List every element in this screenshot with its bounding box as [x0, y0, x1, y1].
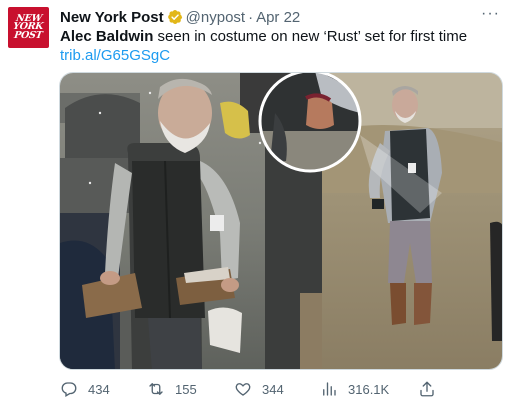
tweet-media[interactable] — [59, 72, 503, 370]
like-count: 344 — [262, 381, 284, 397]
views-count: 316.1K — [348, 381, 390, 397]
magnified-inset — [258, 73, 362, 173]
more-horizontal-icon[interactable]: ··· — [481, 6, 500, 22]
retweet-count: 155 — [175, 381, 197, 397]
reply-icon — [61, 382, 77, 397]
separator-dot: · — [248, 8, 254, 26]
reply-count: 434 — [88, 381, 110, 397]
author-name[interactable]: New York Post — [60, 9, 164, 26]
share-button[interactable] — [418, 378, 446, 400]
tweet-text-rest: seen in costume on new ‘Rust’ set for fi… — [153, 28, 468, 45]
tweet-link[interactable]: trib.al/G65GSgC — [60, 46, 170, 66]
verified-badge-icon — [167, 10, 182, 24]
reply-button[interactable]: 434 — [60, 378, 110, 400]
avatar[interactable]: NEW YORK POST — [8, 7, 49, 48]
tweet-date[interactable]: Apr 22 — [256, 9, 300, 26]
tweet-bold-name: Alec Baldwin — [60, 28, 154, 45]
heart-icon — [235, 383, 251, 396]
share-icon — [420, 381, 434, 397]
views-icon — [323, 382, 336, 396]
avatar-logo-line-3: POST — [13, 29, 44, 41]
retweet-icon — [149, 383, 163, 395]
tweet-header: New York Post @nypost · Apr 22 ··· — [60, 6, 500, 27]
action-bar: 434 155 344 316.1K — [60, 378, 505, 400]
like-button[interactable]: 344 — [234, 378, 284, 400]
tweet-text: Alec Baldwin seen in costume on new ‘Rus… — [60, 27, 467, 47]
views-button[interactable]: 316.1K — [320, 378, 389, 400]
photo-collage — [60, 73, 502, 369]
retweet-button[interactable]: 155 — [147, 378, 197, 400]
author-handle[interactable]: @nypost — [186, 9, 245, 26]
